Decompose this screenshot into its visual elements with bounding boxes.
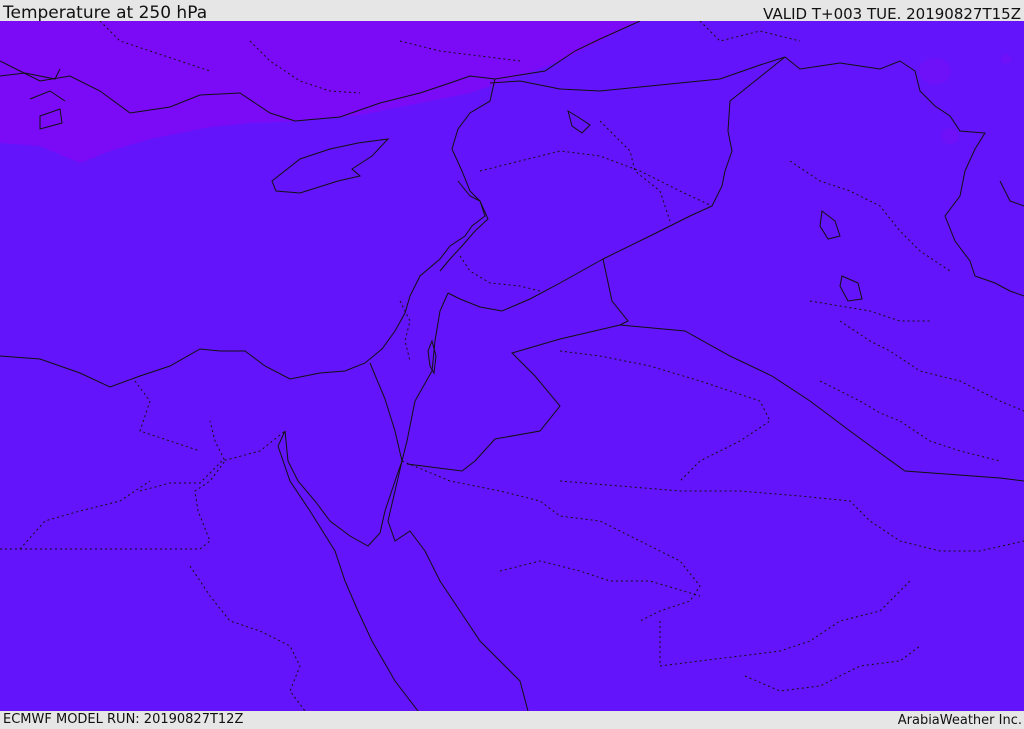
map-title: Temperature at 250 hPa (3, 3, 208, 23)
temperature-map[interactable] (0, 21, 1024, 711)
temperature-patch (941, 128, 959, 144)
temperature-patch (1001, 54, 1011, 64)
temperature-patch (919, 58, 951, 84)
credit: ArabiaWeather Inc. (897, 713, 1022, 728)
header-bar: Temperature at 250 hPa VALID T+003 TUE. … (0, 0, 1024, 23)
footer-bar: ECMWF MODEL RUN: 20190827T12Z ArabiaWeat… (0, 711, 1024, 729)
model-run: ECMWF MODEL RUN: 20190827T12Z (3, 712, 244, 727)
